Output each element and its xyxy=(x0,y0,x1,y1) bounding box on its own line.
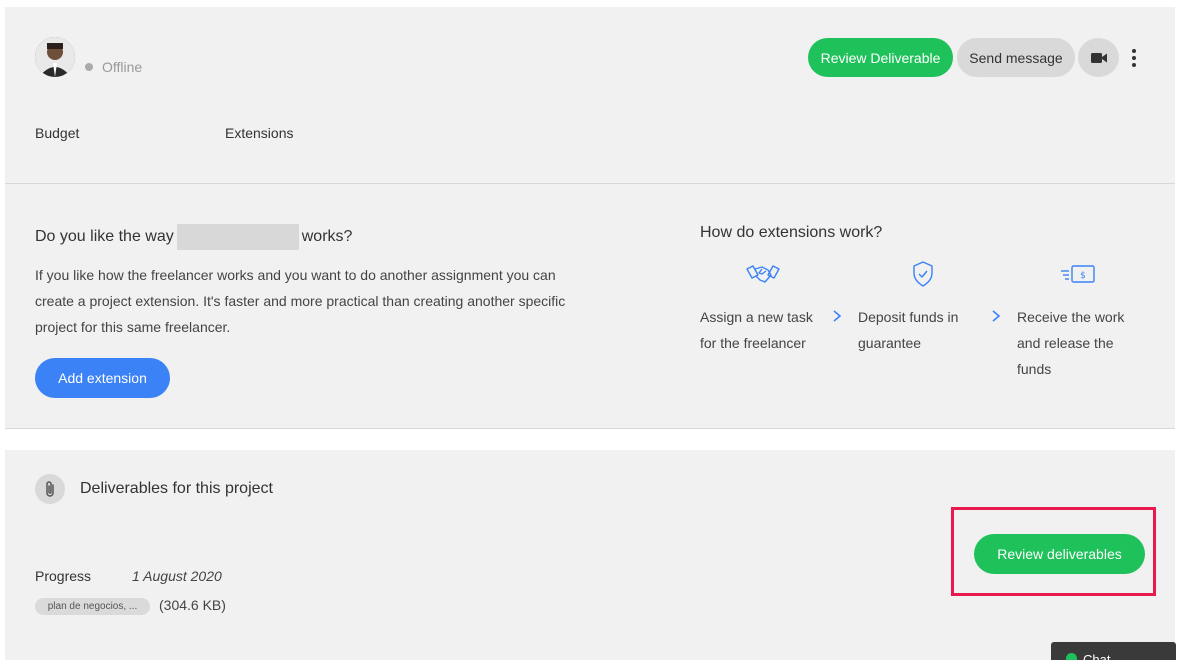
progress-label: Progress xyxy=(35,568,92,584)
chevron-right-icon xyxy=(833,310,842,322)
file-size: (304.6 KB) xyxy=(159,597,226,613)
status-dot-icon xyxy=(85,63,93,71)
money-icon: $ xyxy=(1060,260,1096,288)
step-assign-task: Assign a new task for the freelancer xyxy=(700,309,813,351)
extension-card: Do you like the way works? If you like h… xyxy=(5,184,1175,429)
how-extensions-title: How do extensions work? xyxy=(700,224,883,241)
send-message-button[interactable]: Send message xyxy=(957,38,1075,77)
chat-online-dot-icon xyxy=(1066,653,1077,660)
extension-description: If you like how the freelancer works and… xyxy=(35,267,566,335)
video-call-button[interactable] xyxy=(1078,38,1119,77)
progress-date: 1 August 2020 xyxy=(132,568,222,584)
extension-question: Do you like the way works? xyxy=(35,224,352,250)
video-camera-icon xyxy=(1090,52,1107,63)
chat-label: Chat xyxy=(1083,652,1111,660)
handshake-icon xyxy=(745,260,781,288)
file-attachment-chip[interactable]: plan de negocios, ... xyxy=(35,598,150,615)
question-start: Do you like the way xyxy=(35,228,174,245)
tab-extensions[interactable]: Extensions xyxy=(225,125,293,141)
question-end: works? xyxy=(301,228,353,245)
chevron-right-icon xyxy=(992,310,1001,322)
add-extension-button[interactable]: Add extension xyxy=(35,358,170,398)
step-deposit-funds: Deposit funds in guarantee xyxy=(858,309,959,351)
deliverables-card: Deliverables for this project Review del… xyxy=(5,450,1175,660)
project-header-card: Offline Review Deliverable Send message … xyxy=(5,7,1175,184)
paperclip-icon xyxy=(35,474,65,504)
redacted-name xyxy=(176,224,299,250)
avatar[interactable] xyxy=(35,37,75,77)
presence-status: Offline xyxy=(85,59,142,75)
deliverables-title: Deliverables for this project xyxy=(80,480,273,497)
review-deliverables-button[interactable]: Review deliverables xyxy=(974,534,1145,574)
review-deliverable-button[interactable]: Review Deliverable xyxy=(808,38,953,77)
shield-check-icon xyxy=(905,260,941,288)
more-options-button[interactable] xyxy=(1123,45,1145,71)
step-receive-work: Receive the work and release the funds xyxy=(1017,309,1125,377)
tab-budget[interactable]: Budget xyxy=(35,125,79,141)
chat-widget-tab[interactable]: Chat xyxy=(1051,642,1176,660)
vertical-dots-icon xyxy=(1132,49,1136,67)
status-text: Offline xyxy=(102,59,143,75)
svg-text:$: $ xyxy=(1080,271,1086,281)
